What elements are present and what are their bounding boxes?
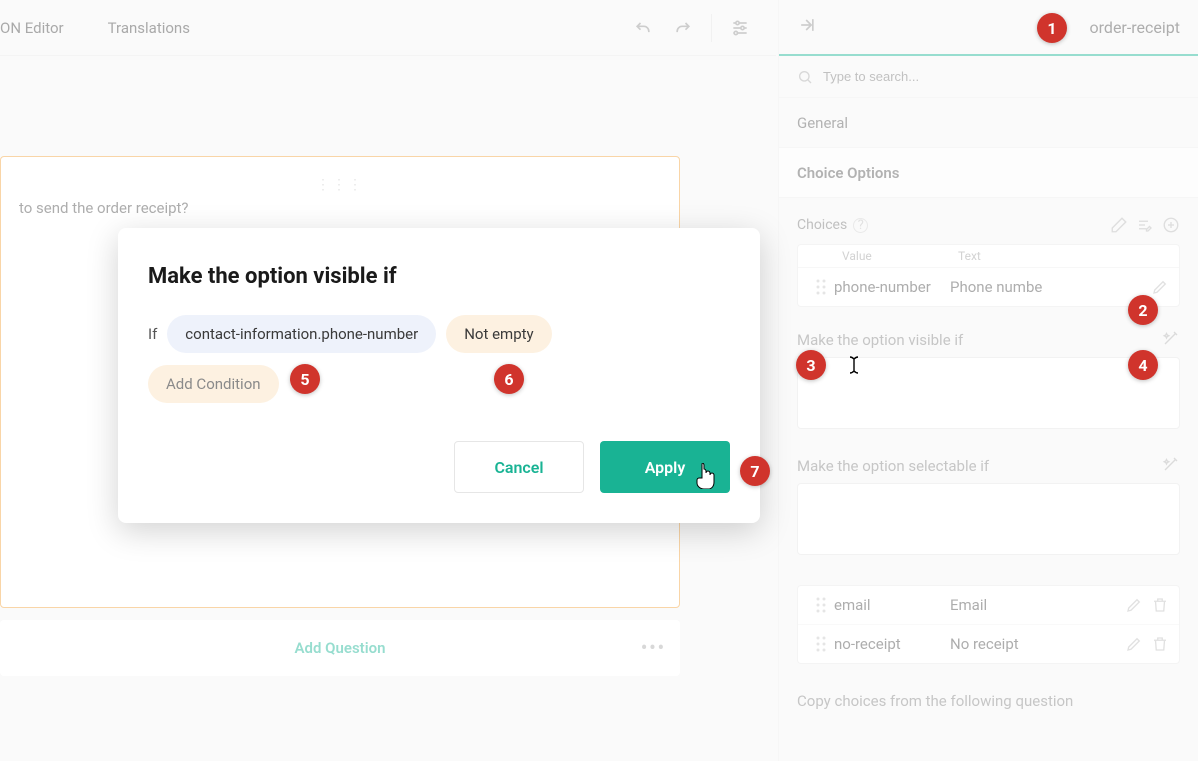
modal-title: Make the option visible if <box>148 264 730 289</box>
modal-footer: Cancel Apply <box>148 441 730 493</box>
condition-row: If contact-information.phone-number Not … <box>148 315 730 353</box>
annotation-badge-7: 7 <box>740 456 770 486</box>
annotation-badge-5: 5 <box>290 364 320 394</box>
apply-button[interactable]: Apply <box>600 441 730 493</box>
annotation-badge-4: 4 <box>1128 350 1158 380</box>
app-root: ON Editor Translations ⋮⋮⋮ to send the o… <box>0 0 1198 761</box>
annotation-badge-1: 1 <box>1037 13 1067 43</box>
annotation-badge-6: 6 <box>494 364 524 394</box>
annotation-badge-3: 3 <box>796 350 826 380</box>
add-condition-button[interactable]: Add Condition <box>148 365 279 403</box>
condition-modal: Make the option visible if If contact-in… <box>118 228 760 523</box>
condition-field-select[interactable]: contact-information.phone-number <box>167 315 436 353</box>
condition-operator-select[interactable]: Not empty <box>446 315 551 353</box>
annotation-badge-2: 2 <box>1128 295 1158 325</box>
if-label: If <box>148 325 157 343</box>
cancel-button[interactable]: Cancel <box>454 441 584 493</box>
